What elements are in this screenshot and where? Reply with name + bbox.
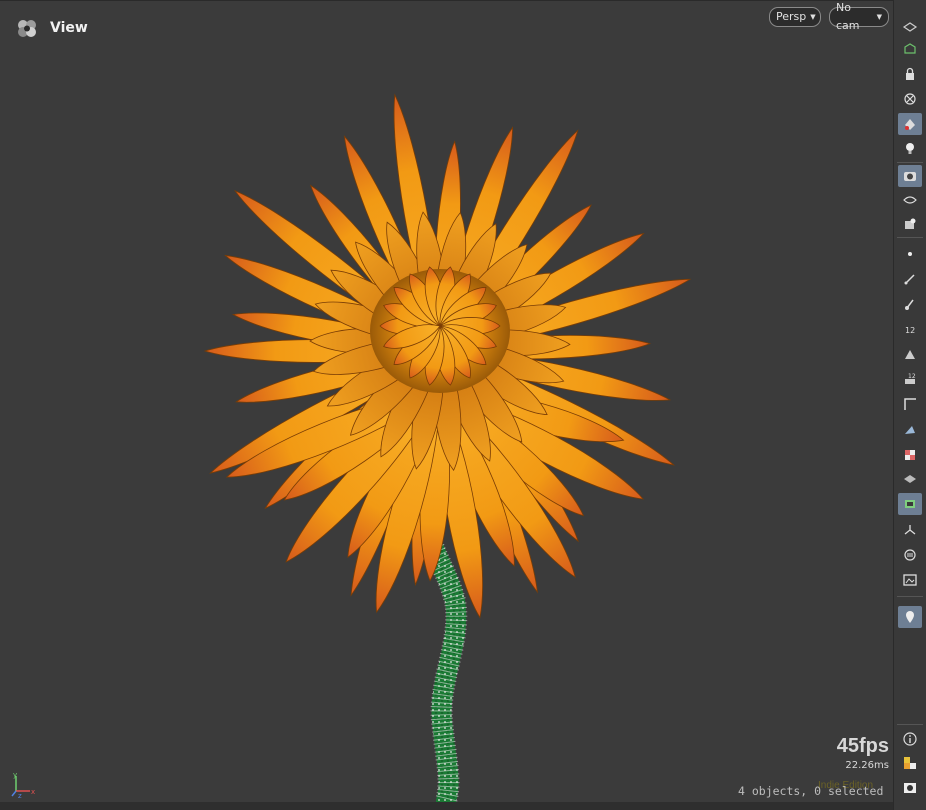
svg-text:12: 12: [905, 326, 915, 335]
lock-button[interactable]: [898, 63, 922, 85]
viewport-bottom-bar: [0, 802, 893, 810]
layers-button[interactable]: [898, 468, 922, 490]
axis-x-label: x: [31, 788, 35, 796]
edge-icon: [904, 274, 915, 285]
toolbar-separator: [897, 596, 923, 597]
chevron-down-icon: ▼: [876, 13, 882, 21]
camera-button[interactable]: [898, 165, 922, 187]
guide-button[interactable]: [898, 544, 922, 566]
toolbar-separator: [897, 724, 923, 725]
perspective-menu-button[interactable]: Persp ▼: [769, 7, 821, 27]
camera-icon: [904, 172, 916, 181]
guide-icon: [904, 549, 916, 561]
viewport-icon: [18, 20, 36, 37]
display-options-icon: [902, 22, 918, 32]
perspective-label: Persp: [776, 10, 807, 23]
flower-model: [203, 93, 692, 802]
fps-readout: 45fps: [836, 735, 889, 757]
visibility-button[interactable]: [898, 189, 922, 211]
chevron-down-icon: ▼: [810, 13, 816, 21]
corner-button[interactable]: [898, 393, 922, 415]
wire-icon: [905, 426, 915, 434]
frame-icon: [903, 574, 917, 586]
corner-icon: [904, 398, 916, 410]
overlay-display-button[interactable]: 12: [898, 368, 922, 390]
pin-button[interactable]: [898, 606, 922, 628]
display-options-button[interactable]: [898, 16, 922, 38]
svg-text:12: 12: [908, 373, 916, 380]
texture-icon: [905, 450, 915, 460]
point-icon: [908, 252, 912, 256]
shading-icon: [905, 119, 915, 130]
template-button[interactable]: [898, 343, 922, 365]
snapshot-icon: [905, 218, 916, 229]
scale-button[interactable]: [898, 519, 922, 541]
pin-icon: [906, 611, 914, 623]
background-icon: [905, 500, 915, 508]
texture-button[interactable]: [898, 444, 922, 466]
shading-button[interactable]: [898, 113, 922, 135]
info-button[interactable]: [898, 728, 922, 750]
camera-menu-button[interactable]: No cam ▼: [829, 1, 889, 32]
axis-z-label: z: [18, 792, 22, 799]
scale-icon: [904, 525, 916, 535]
palette-button[interactable]: [898, 752, 922, 774]
eye-icon: [904, 783, 916, 793]
normal-icon: [905, 299, 914, 310]
performance-stats: 45fps 22.26ms: [837, 735, 889, 771]
info-icon: [903, 732, 917, 746]
overlay-display-icon: 12: [905, 373, 916, 384]
edge-button[interactable]: [898, 268, 922, 290]
wire-button[interactable]: [898, 419, 922, 441]
template-icon: [905, 350, 915, 359]
selection-status: 4 objects, 0 selected: [738, 784, 884, 798]
point-button[interactable]: [898, 243, 922, 265]
xray-button[interactable]: [898, 88, 922, 110]
frame-button[interactable]: [898, 569, 922, 591]
palette-icon: [904, 757, 916, 769]
camera-label: No cam: [836, 1, 860, 32]
normal-button[interactable]: [898, 293, 922, 315]
frame-time-readout: 22.26ms: [845, 760, 889, 771]
ghost-button[interactable]: [898, 38, 922, 60]
toolbar-separator: [897, 162, 923, 163]
visibility-icon: [903, 196, 917, 204]
ghost-icon: [904, 43, 916, 54]
layers-icon: [904, 475, 916, 483]
snapshot-button[interactable]: [898, 213, 922, 235]
eye-button[interactable]: [898, 777, 922, 799]
background-button[interactable]: [898, 493, 922, 515]
toolbar-separator: [897, 237, 923, 238]
display-toolbar: 12 12: [893, 0, 926, 810]
axis-gizmo: y x z: [11, 771, 35, 799]
axis-y-label: y: [13, 771, 17, 779]
number-display-icon: 12: [905, 326, 915, 335]
number-display-button[interactable]: 12: [898, 318, 922, 340]
lock-icon: [906, 67, 914, 80]
view-title-label: View: [50, 20, 88, 36]
light-button[interactable]: [898, 138, 922, 160]
view-title: View: [14, 16, 88, 40]
light-icon: [906, 143, 914, 154]
viewport[interactable]: View Persp ▼ No cam ▼ y x z 45fps 22.26m…: [0, 0, 893, 802]
xray-icon: [904, 93, 916, 105]
